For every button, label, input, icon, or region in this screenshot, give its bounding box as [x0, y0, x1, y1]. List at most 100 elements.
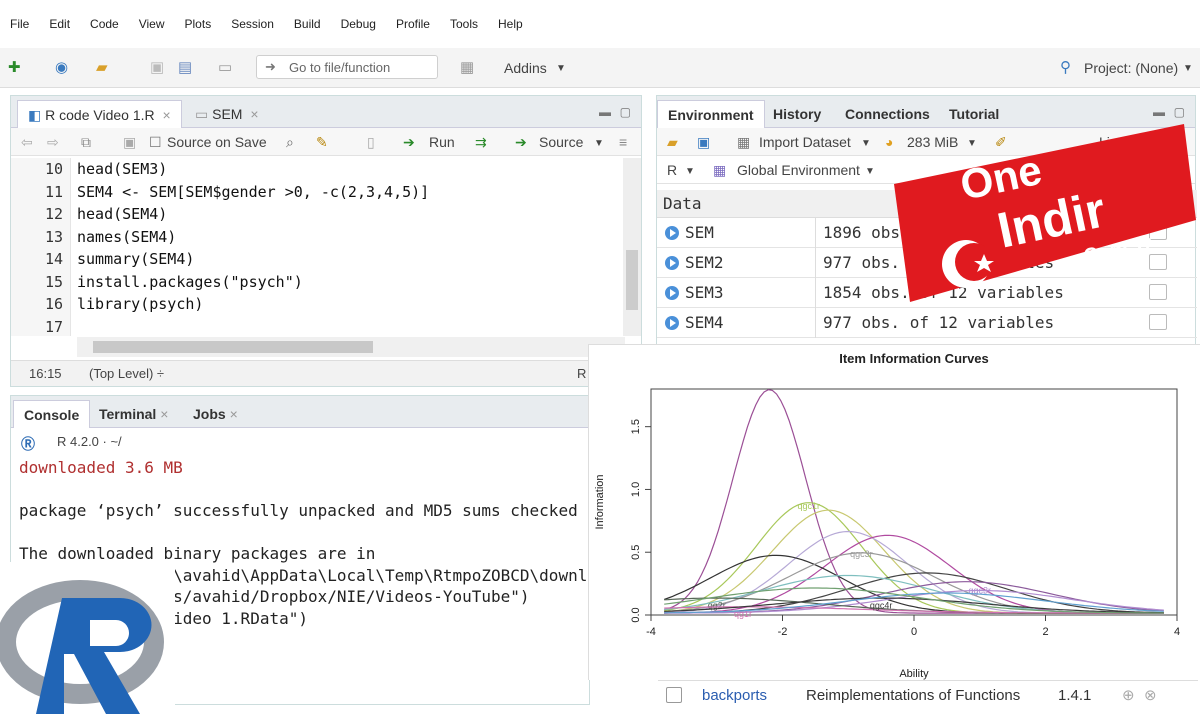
chevron-down-icon: ▼: [594, 138, 604, 149]
file-type-selector[interactable]: R: [577, 366, 586, 381]
magic-wand-icon[interactable]: ✎: [316, 134, 328, 151]
run-arrow-icon: ➔: [403, 134, 415, 150]
chevron-down-icon: ▼: [685, 166, 695, 177]
expand-play-icon[interactable]: [665, 286, 679, 300]
back-arrow-icon[interactable]: ⇦: [21, 134, 33, 151]
package-name-link[interactable]: backports: [702, 687, 767, 704]
notebook-icon[interactable]: ▯: [367, 134, 375, 151]
addins-menu[interactable]: Addins: [504, 60, 547, 76]
maximize-icon[interactable]: ▢: [620, 105, 631, 119]
close-icon[interactable]: ×: [230, 406, 238, 422]
series-label: qgc1r: [798, 501, 821, 511]
menu-item-plots[interactable]: Plots: [185, 17, 212, 31]
run-button[interactable]: Run: [429, 134, 455, 150]
source-button[interactable]: Source: [539, 134, 583, 150]
forward-arrow-icon[interactable]: ⇨: [47, 134, 59, 151]
open-folder-icon[interactable]: ▰: [96, 58, 108, 78]
r-logo-icon: [0, 580, 164, 714]
tab-r-code-video[interactable]: ◧ R code Video 1.R ×: [17, 100, 182, 128]
search-icon[interactable]: ⌕: [286, 134, 294, 151]
menu-item-tools[interactable]: Tools: [450, 17, 478, 31]
watermark-banner: One Indir .Com.Tr: [894, 124, 1196, 302]
close-icon[interactable]: ×: [160, 406, 168, 422]
show-in-window-icon[interactable]: ⧉: [81, 134, 91, 151]
data-row[interactable]: SEM4 977 obs. of 12 variables: [657, 308, 1197, 338]
minimize-icon[interactable]: ▬: [1153, 105, 1165, 119]
grid-layout-icon[interactable]: ▦: [460, 58, 474, 78]
import-dataset-button[interactable]: Import Dataset: [759, 134, 851, 150]
language-selector[interactable]: R: [667, 162, 677, 178]
close-icon[interactable]: ×: [163, 107, 171, 123]
project-menu[interactable]: Project: (None): [1084, 60, 1178, 76]
tab-terminal[interactable]: Terminal ×: [89, 400, 178, 428]
editor-vertical-scrollbar[interactable]: [623, 158, 641, 336]
code-line[interactable]: names(SEM4): [77, 228, 176, 246]
minimize-icon[interactable]: ▬: [599, 105, 611, 119]
expand-play-icon[interactable]: [665, 256, 679, 270]
scroll-thumb[interactable]: [626, 250, 638, 310]
globe-icon[interactable]: ⊕: [1122, 686, 1135, 704]
expand-play-icon[interactable]: [665, 316, 679, 330]
code-line[interactable]: summary(SEM4): [77, 250, 194, 268]
r-logo: [0, 562, 175, 720]
save-all-icon[interactable]: ▤: [178, 58, 192, 78]
source-editor-pane: ◧ R code Video 1.R × ▭ SEM × ▬ ▢ ⇦ ⇨ ⧉ ▣…: [10, 95, 642, 387]
tab-environment[interactable]: Environment: [657, 100, 765, 128]
column-divider: [815, 218, 816, 248]
tab-sem[interactable]: ▭ SEM ×: [185, 100, 269, 128]
menu-item-debug[interactable]: Debug: [341, 17, 376, 31]
menu-item-file[interactable]: File: [10, 17, 29, 31]
new-project-icon[interactable]: ◉: [55, 58, 68, 78]
package-row: backports Reimplementations of Functions…: [658, 680, 1198, 710]
maximize-icon[interactable]: ▢: [1174, 105, 1185, 119]
code-area[interactable]: 10 head(SEM3) 11 SEM4 <- SEM[SEM$gender >0,…: [11, 158, 623, 336]
tab-jobs[interactable]: Jobs ×: [183, 400, 248, 428]
tab-console[interactable]: Console: [13, 400, 91, 428]
checkbox-icon[interactable]: ☐: [149, 134, 162, 151]
object-description: 977 obs. of 12 variables: [823, 313, 1055, 332]
menu-item-view[interactable]: View: [139, 17, 165, 31]
save-icon[interactable]: ▣: [150, 58, 164, 78]
remove-icon[interactable]: ⊗: [1144, 686, 1157, 704]
item-information-chart: Item Information Curves Ability Informatio…: [594, 351, 1180, 680]
editor-horizontal-scrollbar[interactable]: [77, 337, 625, 357]
menu-item-help[interactable]: Help: [498, 17, 523, 31]
code-line[interactable]: head(SEM3): [77, 160, 167, 178]
code-line[interactable]: head(SEM4): [77, 205, 167, 223]
menu-item-code[interactable]: Code: [90, 17, 119, 31]
goto-file-input[interactable]: ➜ Go to file/function: [256, 55, 438, 79]
load-workspace-icon[interactable]: ▰: [667, 134, 678, 151]
import-table-icon: ▦: [737, 134, 751, 150]
code-line[interactable]: library(psych): [77, 295, 203, 313]
tab-history[interactable]: History: [763, 100, 831, 128]
menu-item-edit[interactable]: Edit: [49, 17, 70, 31]
object-name: SEM: [685, 223, 714, 242]
new-file-icon[interactable]: ✚: [8, 58, 21, 78]
scroll-thumb[interactable]: [93, 341, 373, 353]
series-line: [664, 530, 1164, 614]
menu-item-build[interactable]: Build: [294, 17, 321, 31]
source-on-save-label[interactable]: Source on Save: [167, 134, 267, 150]
code-line[interactable]: SEM4 <- SEM[SEM$gender >0, -c(2,3,4,5)]: [77, 183, 429, 201]
menu-item-session[interactable]: Session: [231, 17, 274, 31]
editor-toolbar: ⇦ ⇨ ⧉ ▣ ☐ Source on Save ⌕ ✎ ▯ ➔ Run ⇉ ➔…: [11, 128, 641, 156]
scope-selector[interactable]: (Top Level) ÷: [89, 366, 164, 381]
view-table-icon[interactable]: [1149, 314, 1167, 330]
print-icon[interactable]: ▭: [218, 58, 232, 78]
line-number: 15: [44, 272, 63, 291]
x-tick-label: 0: [911, 626, 917, 638]
r-file-icon: ◧: [28, 107, 42, 123]
expand-play-icon[interactable]: [665, 226, 679, 240]
r-logo-icon: Ⓡ: [21, 436, 35, 452]
save-workspace-icon[interactable]: ▣: [697, 134, 710, 151]
package-checkbox[interactable]: [666, 687, 682, 703]
rerun-icon[interactable]: ⇉: [475, 134, 487, 151]
menu-item-profile[interactable]: Profile: [396, 17, 430, 31]
x-tick-label: 4: [1174, 626, 1180, 638]
chevron-down-icon: ▼: [861, 138, 871, 149]
environment-selector[interactable]: Global Environment: [737, 162, 860, 178]
close-icon[interactable]: ×: [250, 106, 258, 122]
code-line[interactable]: install.packages("psych"): [77, 273, 303, 291]
outline-icon[interactable]: ≡: [619, 134, 627, 150]
save-icon[interactable]: ▣: [123, 134, 136, 151]
